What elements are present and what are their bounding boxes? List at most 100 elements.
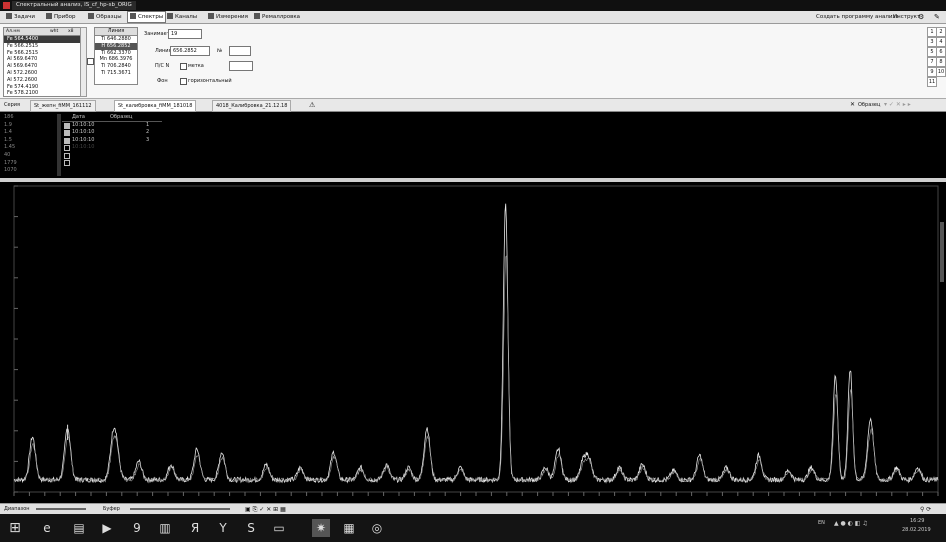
series-value-item[interactable]: 1779	[4, 160, 56, 168]
sample-button[interactable]: Образец	[858, 102, 880, 108]
element-list-item[interactable]: Fe 574.4190	[4, 84, 80, 91]
series-row-checkbox[interactable]	[64, 152, 70, 159]
yandex-browser-icon[interactable]: Y	[214, 519, 232, 537]
element-list-item[interactable]: Al 569.6470	[4, 63, 80, 70]
help-link[interactable]: Инструкт	[893, 12, 920, 22]
analysis-line-item[interactable]: H 656.2852	[95, 42, 137, 50]
col-x8[interactable]: x8	[68, 28, 74, 35]
analysis-line-item[interactable]: Mn 686.3976	[95, 56, 137, 63]
col-date[interactable]: Дата	[72, 114, 85, 121]
menu-samples[interactable]: Образцы	[86, 12, 124, 22]
status-right-icons[interactable]: ⚲ ⟳	[920, 505, 931, 514]
element-list-checkbox[interactable]	[87, 58, 94, 65]
col-wavelength[interactable]: Ал.нм	[6, 28, 20, 35]
page-number-cell[interactable]: 8	[936, 57, 946, 67]
occupies-field[interactable]: 19	[168, 29, 202, 39]
calculator-icon[interactable]: ▦	[340, 519, 358, 537]
series-row-checkbox[interactable]	[64, 123, 70, 129]
spectrum-chart[interactable]	[0, 182, 946, 503]
menu-measurements[interactable]: Измерения	[206, 12, 250, 22]
clock-date[interactable]: 28.02.2019	[902, 527, 931, 533]
browser-icon[interactable]: e	[38, 519, 56, 537]
series-row-checkbox[interactable]	[64, 159, 70, 166]
element-list-item[interactable]: Fe 564.5400	[4, 36, 80, 43]
series-value-item[interactable]: 1.45	[4, 144, 56, 152]
element-list-item[interactable]: Al 572.2600	[4, 77, 80, 84]
tab-series-2[interactable]: St_калибровка_fiMM_181018	[114, 100, 197, 112]
element-list-item[interactable]: Al 572.2600	[4, 70, 80, 77]
series-value-item[interactable]: 1.5	[4, 137, 56, 145]
analysis-lines-list[interactable]: Линия Ti 646.2880 H 656.2852 Ti 662.3370 Mn…	[94, 27, 138, 85]
menu-device[interactable]: Прибор	[44, 12, 77, 22]
tool-icon[interactable]: ◎	[368, 519, 386, 537]
series-value-item[interactable]: 1070	[4, 167, 56, 175]
element-list-item[interactable]: Fe 578.2100	[4, 90, 80, 96]
menu-spectra[interactable]: Спектры	[127, 11, 167, 23]
range-slider[interactable]	[36, 508, 86, 510]
series-table-row[interactable]: 10:10:10 3	[62, 137, 162, 144]
mark-checkbox[interactable]	[180, 63, 187, 70]
yandex-icon[interactable]: Я	[186, 519, 204, 537]
folder-icon[interactable]: ▤	[70, 519, 88, 537]
col-sample[interactable]: Образец	[110, 114, 132, 121]
monitor-icon[interactable]: ▭	[270, 519, 288, 537]
page-number-cell[interactable]: 2	[936, 27, 946, 37]
series-row-checkbox[interactable]	[64, 137, 70, 144]
analysis-line-item[interactable]: Ti 662.3370	[95, 50, 137, 57]
close-sample-icon[interactable]: ✕	[850, 101, 855, 108]
document-icon[interactable]: ▥	[156, 519, 174, 537]
element-list-item[interactable]: Fe 566.2515	[4, 43, 80, 50]
page-number-cell[interactable]: 6	[936, 47, 946, 57]
language-indicator[interactable]: EN	[818, 520, 825, 526]
line-field[interactable]: 656.2852	[170, 46, 210, 56]
spectrum-app-icon[interactable]: ✷	[312, 519, 330, 537]
series-table-row[interactable]: 10:10:10	[62, 144, 162, 152]
media-icon[interactable]: ▶	[98, 519, 116, 537]
status-toolbar-icons[interactable]: ▣ ⎘ ✓ ✕ ⊞ ▦	[245, 505, 286, 514]
series-value-item[interactable]: 186	[4, 114, 56, 122]
col-wht[interactable]: wht	[50, 28, 58, 35]
app-icon-9[interactable]: 9	[128, 519, 146, 537]
pls-field[interactable]	[229, 61, 253, 71]
analysis-line-item[interactable]: Ti 715.3671	[95, 70, 137, 77]
series-table-row[interactable]: 10:10:10 2	[62, 129, 162, 137]
pin-icon[interactable]: ✎	[934, 12, 940, 22]
menu-remapping[interactable]: Ремаллровка	[252, 12, 302, 22]
series-row-checkbox[interactable]	[64, 145, 70, 152]
spectrum-plot[interactable]	[0, 182, 946, 503]
series-table-row[interactable]	[62, 152, 162, 159]
menu-measurements-label: Измерения	[216, 14, 248, 20]
number-field[interactable]	[229, 46, 251, 56]
page-number-cell[interactable]: 4	[936, 37, 946, 47]
series-value-item[interactable]: 1.9	[4, 122, 56, 130]
page-number-cell[interactable]: 11	[927, 77, 937, 87]
settings-icon[interactable]: ⚙	[918, 12, 924, 22]
tab-series-3[interactable]: 4018_Калибровка_21.12.18	[212, 100, 292, 112]
horizontal-checkbox[interactable]	[180, 78, 187, 85]
series-row-checkbox[interactable]	[64, 130, 70, 137]
menu-tasks[interactable]: Задачи	[4, 12, 37, 22]
analysis-line-item[interactable]: Ti 706.2840	[95, 63, 137, 70]
series-table-row[interactable]: 10:10:10 1	[62, 122, 162, 129]
series-value-item[interactable]: 40	[4, 152, 56, 160]
series-scrollbar[interactable]	[57, 114, 61, 176]
toolbar-arrows-icon[interactable]: ▾ ✓ ✕ ▸ ▸	[884, 101, 911, 108]
tray-icons[interactable]: ▲ ● ◐ ◧ ♫	[834, 520, 868, 527]
series-table-row[interactable]	[62, 159, 162, 166]
element-list-scrollbar[interactable]	[80, 27, 87, 97]
clock-time[interactable]: 16:29	[910, 518, 924, 524]
skype-icon[interactable]: S	[242, 519, 260, 537]
page-number-cell[interactable]: 10	[936, 67, 946, 77]
element-list-item[interactable]: Al 569.6470	[4, 56, 80, 63]
chart-vertical-scrollbar[interactable]	[940, 222, 944, 282]
series-value-item[interactable]: 1.4	[4, 129, 56, 137]
menu-channels[interactable]: Каналы	[165, 12, 199, 22]
create-analysis-program-link[interactable]: Создать программу анализа	[816, 12, 899, 22]
element-list-item[interactable]: Fe 566.2515	[4, 50, 80, 57]
buffer-slider[interactable]	[130, 508, 230, 510]
start-button-icon[interactable]: ⊞	[6, 519, 24, 537]
tab-series-1[interactable]: St_жепн_fiMM_161112	[30, 100, 96, 112]
element-lines-list[interactable]: Ал.нм wht x8 Fe 564.5400 Fe 566.2515 Fe 56…	[3, 27, 81, 97]
analysis-line-item[interactable]: Ti 646.2880	[95, 36, 137, 43]
series-panel: 186 1.9 1.4 1.5 1.45 40 1779 1070 Дата Образец …	[0, 112, 946, 178]
